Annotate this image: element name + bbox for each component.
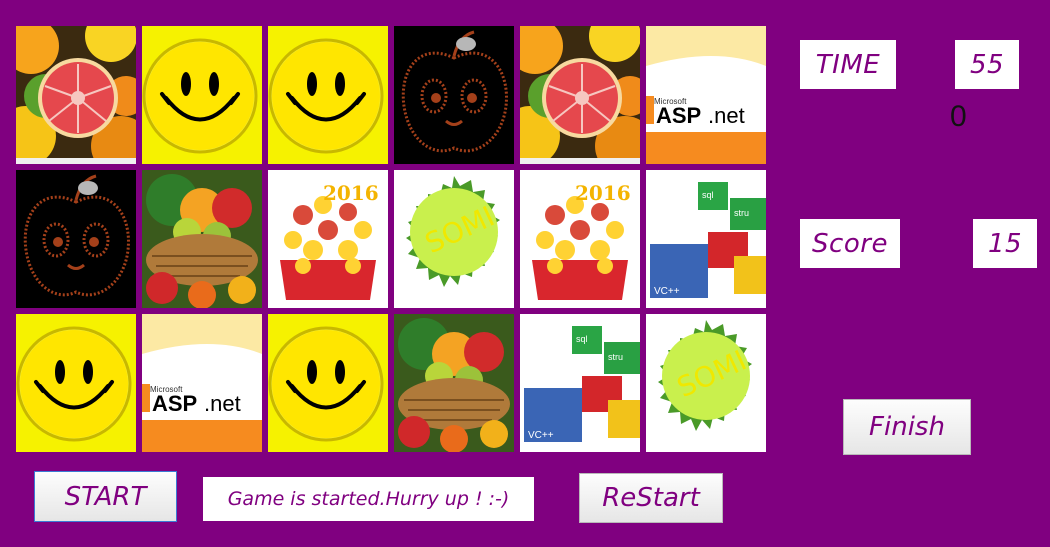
card-fruit-arrangement-2016[interactable]: 2016 [520, 170, 640, 308]
card-cartoon-apple[interactable] [16, 170, 136, 308]
score-label: Score [800, 219, 900, 268]
status-message: Game is started.Hurry up ! :-) [203, 477, 534, 521]
counter-value: 0 [950, 100, 967, 133]
smiley-image [142, 26, 262, 164]
card-citrus-fruits[interactable] [520, 26, 640, 164]
smiley-image [268, 314, 388, 452]
card-smiley[interactable] [16, 314, 136, 452]
svg-text:ASP: ASP [656, 103, 701, 128]
svg-text:.net: .net [708, 103, 745, 128]
card-code-cubes[interactable]: sql stru VC++ [520, 314, 640, 452]
aspnet-logo-image: Microsoft ASP .net [646, 26, 766, 164]
card-fruit-basket[interactable] [394, 314, 514, 452]
fruit-basket-image [142, 170, 262, 308]
time-value: 55 [955, 40, 1019, 89]
card-citrus-fruits[interactable] [16, 26, 136, 164]
card-code-cubes[interactable]: sql stru VC++ [646, 170, 766, 308]
aspnet-logo-image: Microsoft ASP .net [142, 314, 262, 452]
start-button[interactable]: START [34, 471, 177, 522]
citrus-fruits-image [16, 26, 136, 164]
card-smiley[interactable] [268, 26, 388, 164]
card-aspnet-logo[interactable]: Microsoft ASP .net [142, 314, 262, 452]
card-somi-badge[interactable]: SOMI [394, 170, 514, 308]
card-smiley[interactable] [142, 26, 262, 164]
svg-text:2016: 2016 [323, 181, 379, 205]
svg-text:.net: .net [204, 391, 241, 416]
svg-text:sql: sql [702, 190, 714, 200]
card-cartoon-apple[interactable] [394, 26, 514, 164]
smiley-image [268, 26, 388, 164]
svg-text:2016: 2016 [575, 181, 631, 205]
restart-button[interactable]: ReStart [579, 473, 723, 523]
somi-badge-image: SOMI [394, 170, 514, 308]
svg-text:stru: stru [734, 208, 749, 218]
score-value: 15 [973, 219, 1037, 268]
fruit-arrangement-2016-image: 2016 [520, 170, 640, 308]
card-fruit-arrangement-2016[interactable]: 2016 [268, 170, 388, 308]
svg-text:sql: sql [576, 334, 588, 344]
card-smiley[interactable] [268, 314, 388, 452]
time-label: TIME [800, 40, 896, 89]
svg-text:VC++: VC++ [528, 430, 554, 441]
card-aspnet-logo[interactable]: Microsoft ASP .net [646, 26, 766, 164]
cartoon-apple-image [16, 170, 136, 308]
code-cubes-image: sql stru VC++ [646, 170, 766, 308]
somi-badge-image: SOMI [646, 314, 766, 452]
smiley-image [16, 314, 136, 452]
card-fruit-basket[interactable] [142, 170, 262, 308]
cartoon-apple-image [394, 26, 514, 164]
fruit-arrangement-2016-image: 2016 [268, 170, 388, 308]
fruit-basket-image [394, 314, 514, 452]
code-cubes-image: sql stru VC++ [520, 314, 640, 452]
finish-button[interactable]: Finish [843, 399, 971, 455]
svg-text:stru: stru [608, 352, 623, 362]
svg-text:ASP: ASP [152, 391, 197, 416]
citrus-fruits-image [520, 26, 640, 164]
card-somi-badge[interactable]: SOMI [646, 314, 766, 452]
svg-text:VC++: VC++ [654, 286, 680, 297]
